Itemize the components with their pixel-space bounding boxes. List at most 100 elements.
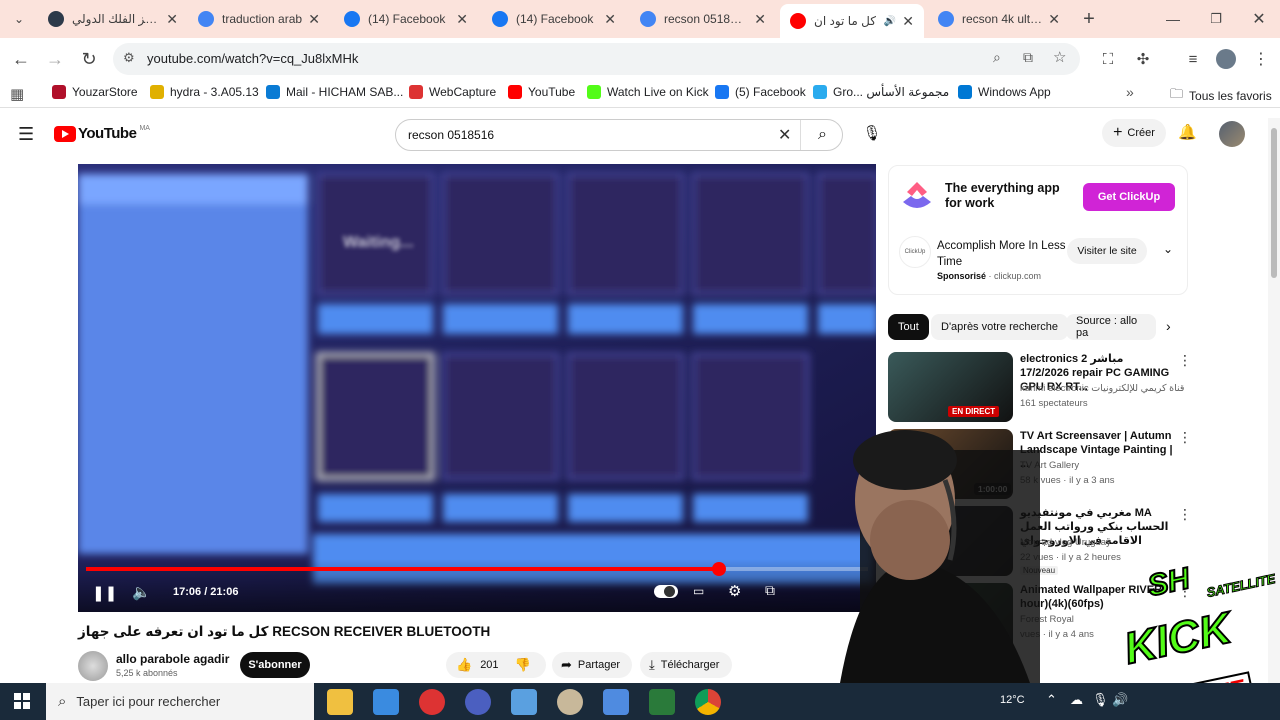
clear-search-icon[interactable]: ✕ [778, 125, 791, 145]
app-icon-8[interactable] [649, 689, 675, 715]
bookmark-7[interactable]: (5) Facebook [715, 85, 806, 99]
extensions-icon[interactable]: ✣ [1130, 46, 1156, 72]
browser-menu-icon[interactable]: ⋮ [1248, 46, 1274, 72]
apps-grid-icon[interactable]: ▦ [10, 85, 24, 103]
chips-next-icon[interactable]: › [1166, 318, 1171, 334]
visit-site-button[interactable]: Visiter le site [1067, 238, 1147, 264]
bookmark-3[interactable]: Mail - HICHAM SAB... [266, 85, 403, 99]
youtube-logo[interactable]: YouTube MA [54, 125, 150, 142]
tab-4[interactable]: (14) Facebook ✕ [482, 4, 626, 34]
close-tab-icon[interactable]: ✕ [1048, 11, 1060, 28]
profile-avatar[interactable] [1213, 46, 1239, 72]
chrome-icon[interactable] [695, 689, 721, 715]
tab-strip: ⌄ مركز الفلك الدولي ✕ traduction arab ✕ (14)… [0, 0, 1280, 38]
tab-3[interactable]: (14) Facebook ✕ [334, 4, 478, 34]
channel-avatar[interactable] [78, 651, 108, 681]
media-control-icon[interactable]: ≡ [1180, 46, 1206, 72]
tab-1[interactable]: مركز الفلك الدولي ✕ [38, 4, 188, 34]
search-box[interactable]: recson 0518516 ✕ ⌕ [395, 119, 843, 151]
bookmark-2[interactable]: hydra - 3.A05.13 [150, 85, 259, 99]
create-button[interactable]: + Créer [1102, 119, 1166, 147]
like-icon[interactable]: 👍 [456, 657, 472, 673]
reload-icon[interactable]: ↻ [76, 46, 102, 72]
share-button[interactable]: ➦ Partager [552, 652, 632, 678]
minimize-button[interactable]: — [1160, 6, 1186, 32]
bookmark-9[interactable]: Windows App [958, 85, 1051, 99]
bookmark-8[interactable]: Gro... مجموعة الأسأس [813, 85, 949, 99]
channel-name[interactable]: allo parabole agadir [116, 652, 229, 666]
app-icon-5[interactable] [511, 689, 537, 715]
ad-card[interactable]: The everything app for work Get ClickUp … [888, 165, 1188, 295]
bookmark-1[interactable]: YouzarStore [52, 85, 138, 99]
windows-start-icon[interactable] [14, 693, 30, 709]
tray-chevron-icon[interactable]: ⌃ [1046, 692, 1057, 708]
search-icon[interactable]: ⌕ [800, 120, 844, 150]
all-bookmarks[interactable]: 🗀 Tous les favoris [1170, 85, 1272, 107]
guide-menu-icon[interactable]: ☰ [18, 124, 34, 145]
close-tab-icon[interactable]: ✕ [902, 13, 914, 30]
tray-cloud-icon[interactable]: ☁ [1070, 692, 1083, 708]
recommendation-item[interactable]: electronics 2 مباشر 17/2/2026 repair PC … [888, 352, 1192, 422]
close-tab-icon[interactable]: ✕ [604, 11, 616, 28]
restore-button[interactable]: ❐ [1203, 6, 1229, 32]
subscribe-button[interactable]: S'abonner [240, 652, 310, 678]
back-icon[interactable]: ← [8, 46, 34, 72]
store-icon[interactable] [373, 689, 399, 715]
close-tab-icon[interactable]: ✕ [456, 11, 468, 28]
more-bookmarks-icon[interactable]: » [1126, 84, 1134, 100]
more-actions-icon[interactable]: ⋮ [1178, 352, 1192, 369]
bookmark-5[interactable]: YouTube [508, 85, 575, 99]
bookmark-star-icon[interactable]: ☆ [1053, 48, 1066, 66]
volume-icon[interactable]: 🔈 [132, 583, 151, 601]
url-text[interactable]: youtube.com/watch?v=cq_Ju8lxMHk [147, 51, 358, 66]
tab-search-icon[interactable]: ⌄ [6, 6, 32, 32]
zoom-icon[interactable]: ⌕ [993, 49, 1001, 66]
search-input[interactable]: recson 0518516 [408, 128, 494, 142]
audio-playing-icon[interactable]: 🔊 [884, 16, 896, 27]
screenshot-extension-icon[interactable]: ⛶ [1095, 46, 1121, 72]
close-window-button[interactable]: ✕ [1246, 6, 1272, 32]
pause-icon[interactable]: ❚❚ [92, 584, 117, 602]
forward-icon[interactable]: → [42, 46, 68, 72]
more-actions-icon[interactable]: ⋮ [1178, 506, 1192, 523]
tab-2[interactable]: traduction arab ✕ [188, 4, 330, 34]
autoplay-toggle[interactable] [654, 585, 678, 598]
bookmark-4[interactable]: WebCapture [409, 85, 496, 99]
calculator-icon[interactable] [603, 689, 629, 715]
ad-chevron-down-icon[interactable]: ⌄ [1163, 242, 1173, 256]
video-player[interactable]: Waiting... ❚❚ 🔈 17:06 / 21:06 ▭ ⚙ ⧉ [78, 164, 876, 612]
tray-volume-icon[interactable]: 🔊 [1112, 692, 1128, 708]
site-info-icon[interactable]: ⚙ [123, 50, 135, 66]
account-avatar[interactable] [1219, 121, 1245, 147]
notifications-bell-icon[interactable]: 🔔 [1178, 123, 1197, 141]
bookmark-6[interactable]: Watch Live on Kick [587, 85, 709, 99]
live-badge: EN DIRECT [948, 406, 1000, 417]
chip-1[interactable]: Tout [888, 314, 929, 340]
tab-5[interactable]: recson 0518516 ✕ [630, 4, 776, 34]
tray-mic-icon[interactable]: 🎙 [1092, 692, 1109, 708]
miniplayer-icon[interactable]: ⧉ [765, 582, 775, 599]
dislike-icon[interactable]: 👎 [515, 657, 531, 673]
address-bar[interactable]: ⚙ youtube.com/watch?v=cq_Ju8lxMHk ⌕ ⧉ ☆ [113, 43, 1080, 75]
file-explorer-icon[interactable] [327, 689, 353, 715]
new-tab-button[interactable]: + [1076, 6, 1102, 32]
download-button[interactable]: ⤓ Télécharger [640, 652, 732, 678]
tab-7[interactable]: recson 4k ultra h ✕ [928, 4, 1070, 34]
progress-bar[interactable] [86, 562, 868, 576]
app-icon-4[interactable] [465, 689, 491, 715]
taskbar-search[interactable]: ⌕ Taper ici pour rechercher [46, 683, 314, 720]
app-icon-3[interactable] [419, 689, 445, 715]
more-actions-icon[interactable]: ⋮ [1178, 429, 1192, 446]
app-icon-6[interactable] [557, 689, 583, 715]
voice-search-icon[interactable]: 🎙 [858, 119, 886, 147]
ad-cta-button[interactable]: Get ClickUp [1083, 183, 1175, 211]
chip-2[interactable]: D'après votre recherche [931, 314, 1069, 340]
subtitles-icon[interactable]: ▭ [693, 584, 704, 598]
settings-gear-icon[interactable]: ⚙ [728, 582, 741, 600]
tab-6[interactable]: كل ما تود ان 🔊 ✕ [780, 4, 924, 38]
close-tab-icon[interactable]: ✕ [308, 11, 320, 28]
install-icon[interactable]: ⧉ [1023, 49, 1033, 66]
close-tab-icon[interactable]: ✕ [166, 11, 178, 28]
close-tab-icon[interactable]: ✕ [754, 11, 766, 28]
chip-3[interactable]: Source : allo pa [1066, 314, 1156, 340]
